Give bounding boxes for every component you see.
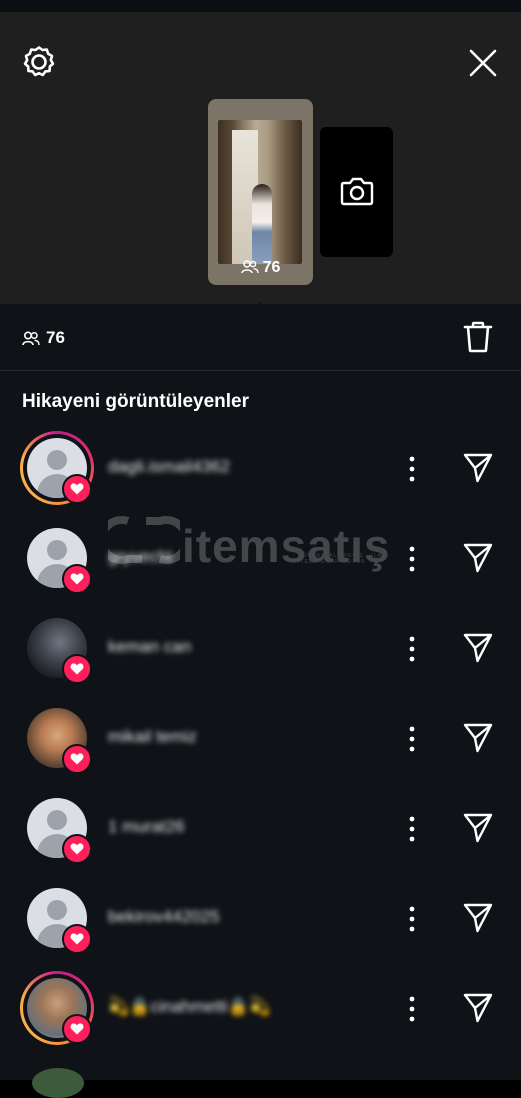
heart-icon [62,654,92,684]
viewer-row[interactable]: 1 murat26 [0,790,521,880]
more-icon[interactable] [404,994,420,1024]
viewers-panel: 76 Hikayeni görüntüleyenler dagli.ismail… [0,304,521,1080]
camera-icon [340,177,374,206]
viewer-username[interactable]: 1 murat26 [108,817,185,837]
more-icon[interactable] [404,904,420,934]
send-icon[interactable] [462,902,494,934]
send-icon[interactable] [462,812,494,844]
heart-icon [62,744,92,774]
viewer-row[interactable]: mikail temiz [0,700,521,790]
viewers-icon [22,331,40,346]
watermark-logo [97,516,191,564]
trash-icon[interactable] [463,321,493,353]
send-icon[interactable] [462,452,494,484]
send-icon[interactable] [462,542,494,574]
more-icon[interactable] [404,634,420,664]
viewer-username[interactable]: 💫🔒cinahmetti🔒💫 [108,997,270,1017]
viewer-row[interactable]: 💫🔒cinahmetti🔒💫 [0,970,521,1060]
story-thumbnail[interactable]: 76 [208,99,313,285]
more-icon[interactable] [404,814,420,844]
more-icon[interactable] [404,724,420,754]
story-viewer-count: 76 [208,259,313,277]
status-strip [0,0,521,12]
settings-icon[interactable] [22,45,56,79]
send-icon[interactable] [462,632,494,664]
close-icon[interactable] [468,48,498,78]
send-icon[interactable] [462,992,494,1024]
story-image [218,120,302,264]
add-story-camera-button[interactable] [320,127,393,257]
viewer-username[interactable]: bekirov442025 [108,907,220,927]
viewer-username[interactable]: mikail temiz [108,727,197,747]
heart-icon [62,564,92,594]
more-icon[interactable] [404,454,420,484]
story-header: 76 [0,12,521,316]
viewer-row[interactable]: dagli.ismail4362 [0,430,521,520]
section-title: Hikayeni görüntüleyenler [22,391,250,412]
heart-icon [62,924,92,954]
viewer-username[interactable]: keman can [108,637,191,657]
heart-icon [62,1014,92,1044]
heart-icon [62,474,92,504]
viewer-row[interactable]: bekirov442025 [0,880,521,970]
viewer-row[interactable]: keman can [0,610,521,700]
watermark: itemsatış GÜVENLİ ALIŞVERİŞ · İLAN · İTE… [97,513,408,573]
heart-icon [62,834,92,864]
viewers-summary: 76 [0,304,521,371]
viewers-icon [240,260,259,274]
avatar[interactable] [32,1068,84,1098]
viewers-count: 76 [22,328,65,348]
viewer-username[interactable]: dagli.ismail4362 [108,457,230,477]
send-icon[interactable] [462,722,494,754]
